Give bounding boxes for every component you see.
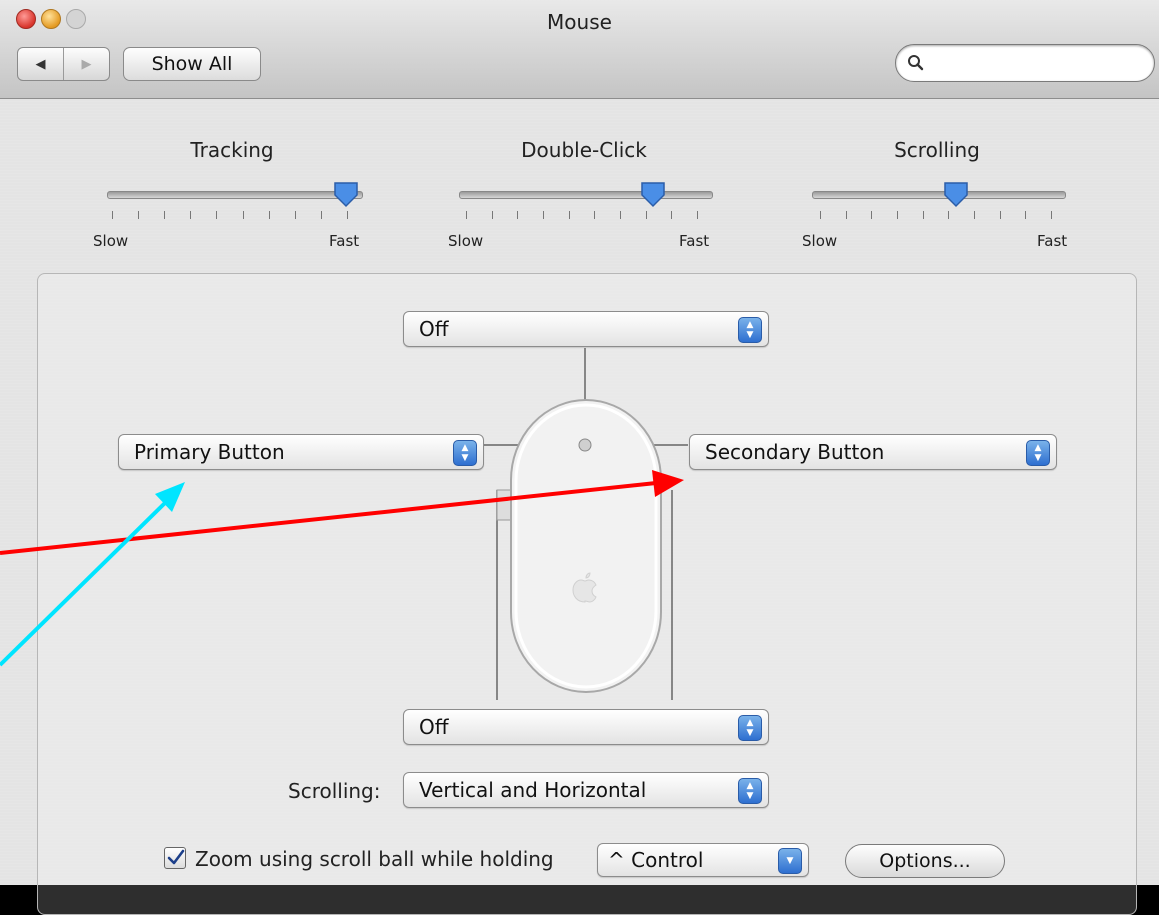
red-arrowhead-icon: [652, 470, 684, 497]
cyan-annotation-arrow: [0, 498, 170, 667]
red-annotation-arrow: [0, 481, 657, 555]
mouse-preferences-window: Mouse ◀ ▶ Show All Tracking Slow Fast Do…: [0, 0, 1159, 915]
annotation-arrows: [0, 470, 684, 667]
